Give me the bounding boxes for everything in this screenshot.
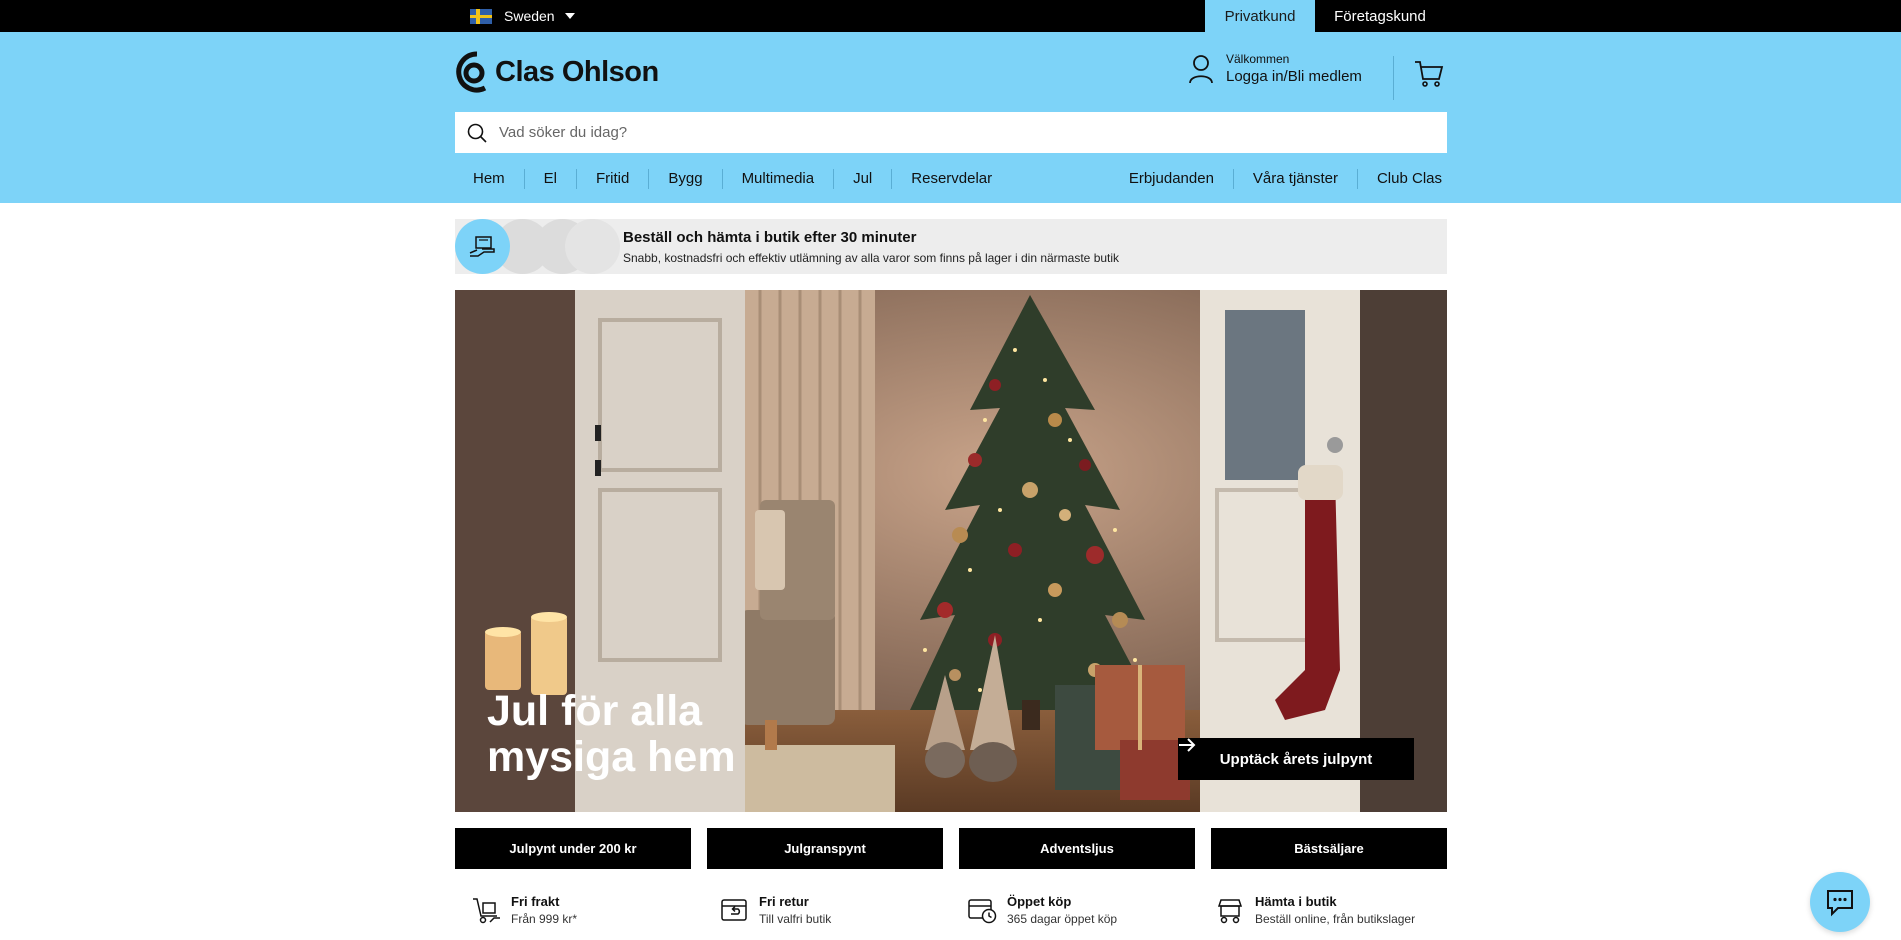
- site-header: Clas Ohlson Välkommen Logga in/Bli medle…: [0, 32, 1901, 203]
- nav-item-erbjudanden[interactable]: Erbjudanden: [1111, 169, 1233, 189]
- banner-title: Beställ och hämta i butik efter 30 minut…: [623, 229, 917, 246]
- category-buttons: Julpynt under 200 kr Julgranspynt Advent…: [455, 828, 1447, 869]
- category-button-adventsljus[interactable]: Adventsljus: [959, 828, 1195, 869]
- hero-title-line1: Jul för alla: [487, 687, 703, 735]
- usp-subtitle: Från 999 kr*: [511, 912, 578, 926]
- banner-subtitle: Snabb, kostnadsfri och effektiv utlämnin…: [623, 251, 1120, 265]
- nav-item-reservdelar[interactable]: Reservdelar: [891, 169, 1011, 189]
- discover-decorations-button[interactable]: Upptäck årets julpynt: [1178, 738, 1414, 780]
- search-icon: [467, 123, 487, 143]
- click-and-collect-banner[interactable]: Beställ och hämta i butik efter 30 minut…: [455, 219, 1447, 274]
- nav-item-jul[interactable]: Jul: [833, 169, 891, 189]
- usp-subtitle: Till valfri butik: [759, 912, 832, 926]
- cart-button[interactable]: [1414, 60, 1444, 93]
- nav-item-club-clas[interactable]: Club Clas: [1356, 169, 1447, 189]
- hero-title-line2: mysiga hem: [487, 733, 736, 781]
- chat-bubble-icon: [1827, 890, 1853, 917]
- delivery-truck-icon: [473, 898, 500, 924]
- nav-item-multimedia[interactable]: Multimedia: [721, 169, 834, 189]
- account-login-label: Logga in/Bli medlem: [1226, 68, 1362, 85]
- usp-title: Fri frakt: [511, 894, 560, 909]
- usp-open-purchase[interactable]: Öppet köp 365 dagar öppet köp: [951, 890, 1199, 930]
- hero-title: Jul för alla mysiga hem: [487, 688, 807, 780]
- tab-business-customer[interactable]: Företagskund: [1315, 0, 1445, 32]
- clas-ohlson-logo-icon: [456, 51, 487, 93]
- usp-title: Öppet köp: [1007, 894, 1072, 909]
- chat-button[interactable]: [1810, 872, 1870, 932]
- brand-logo[interactable]: Clas Ohlson: [455, 50, 659, 94]
- account-greeting: Välkommen: [1226, 52, 1290, 66]
- usp-subtitle: Beställ online, från butikslager: [1255, 912, 1416, 926]
- main-nav: Hem El Fritid Bygg Multimedia Jul Reserv…: [455, 159, 1011, 199]
- usp-free-shipping[interactable]: Fri frakt Från 999 kr*: [455, 890, 703, 930]
- search-input[interactable]: [499, 124, 1399, 141]
- hero-banner[interactable]: Jul för alla mysiga hem Upptäck årets ju…: [455, 290, 1447, 812]
- nav-item-fritid[interactable]: Fritid: [576, 169, 648, 189]
- tab-private-customer[interactable]: Privatkund: [1205, 0, 1315, 32]
- arrow-right-icon: [1179, 738, 1196, 752]
- pickup-store-icon: [1217, 899, 1243, 924]
- search-bar: [455, 112, 1447, 153]
- account-login-link[interactable]: Välkommen Logga in/Bli medlem: [1188, 52, 1362, 85]
- usp-subtitle: 365 dagar öppet köp: [1007, 912, 1118, 926]
- category-button-julpynt-under-200[interactable]: Julpynt under 200 kr: [455, 828, 691, 869]
- sweden-flag-icon: [470, 8, 492, 24]
- usp-title: Hämta i butik: [1255, 894, 1337, 909]
- chevron-down-icon: [564, 13, 575, 19]
- category-button-bastsaljare[interactable]: Bästsäljare: [1211, 828, 1447, 869]
- nav-item-el[interactable]: El: [523, 169, 576, 189]
- usp-pickup-in-store[interactable]: Hämta i butik Beställ online, från butik…: [1199, 890, 1447, 930]
- usp-free-return[interactable]: Fri retur Till valfri butik: [703, 890, 951, 930]
- header-divider: [1393, 56, 1394, 100]
- banner-decoration: [565, 219, 620, 274]
- top-bar: Sweden Privatkund Företagskund: [0, 0, 1901, 32]
- pickup-hand-icon: [455, 219, 510, 274]
- nav-item-bygg[interactable]: Bygg: [648, 169, 721, 189]
- usp-title: Fri retur: [759, 894, 809, 909]
- nav-item-vara-tjanster[interactable]: Våra tjänster: [1232, 169, 1357, 189]
- usp-row: Fri frakt Från 999 kr* Fri retur Till va…: [455, 890, 1447, 930]
- secondary-nav: Erbjudanden Våra tjänster Club Clas: [1111, 159, 1447, 199]
- country-selector[interactable]: Sweden: [470, 0, 575, 32]
- user-icon: [1189, 54, 1213, 83]
- brand-name: Clas Ohlson: [495, 55, 659, 88]
- clock-box-icon: [968, 899, 997, 924]
- return-box-icon: [721, 899, 747, 921]
- hero-cta-label: Upptäck årets julpynt: [1219, 750, 1373, 768]
- category-button-julgranspynt[interactable]: Julgranspynt: [707, 828, 943, 869]
- country-label: Sweden: [504, 8, 555, 24]
- nav-item-hem[interactable]: Hem: [455, 169, 524, 189]
- shopping-cart-icon: [1415, 61, 1444, 87]
